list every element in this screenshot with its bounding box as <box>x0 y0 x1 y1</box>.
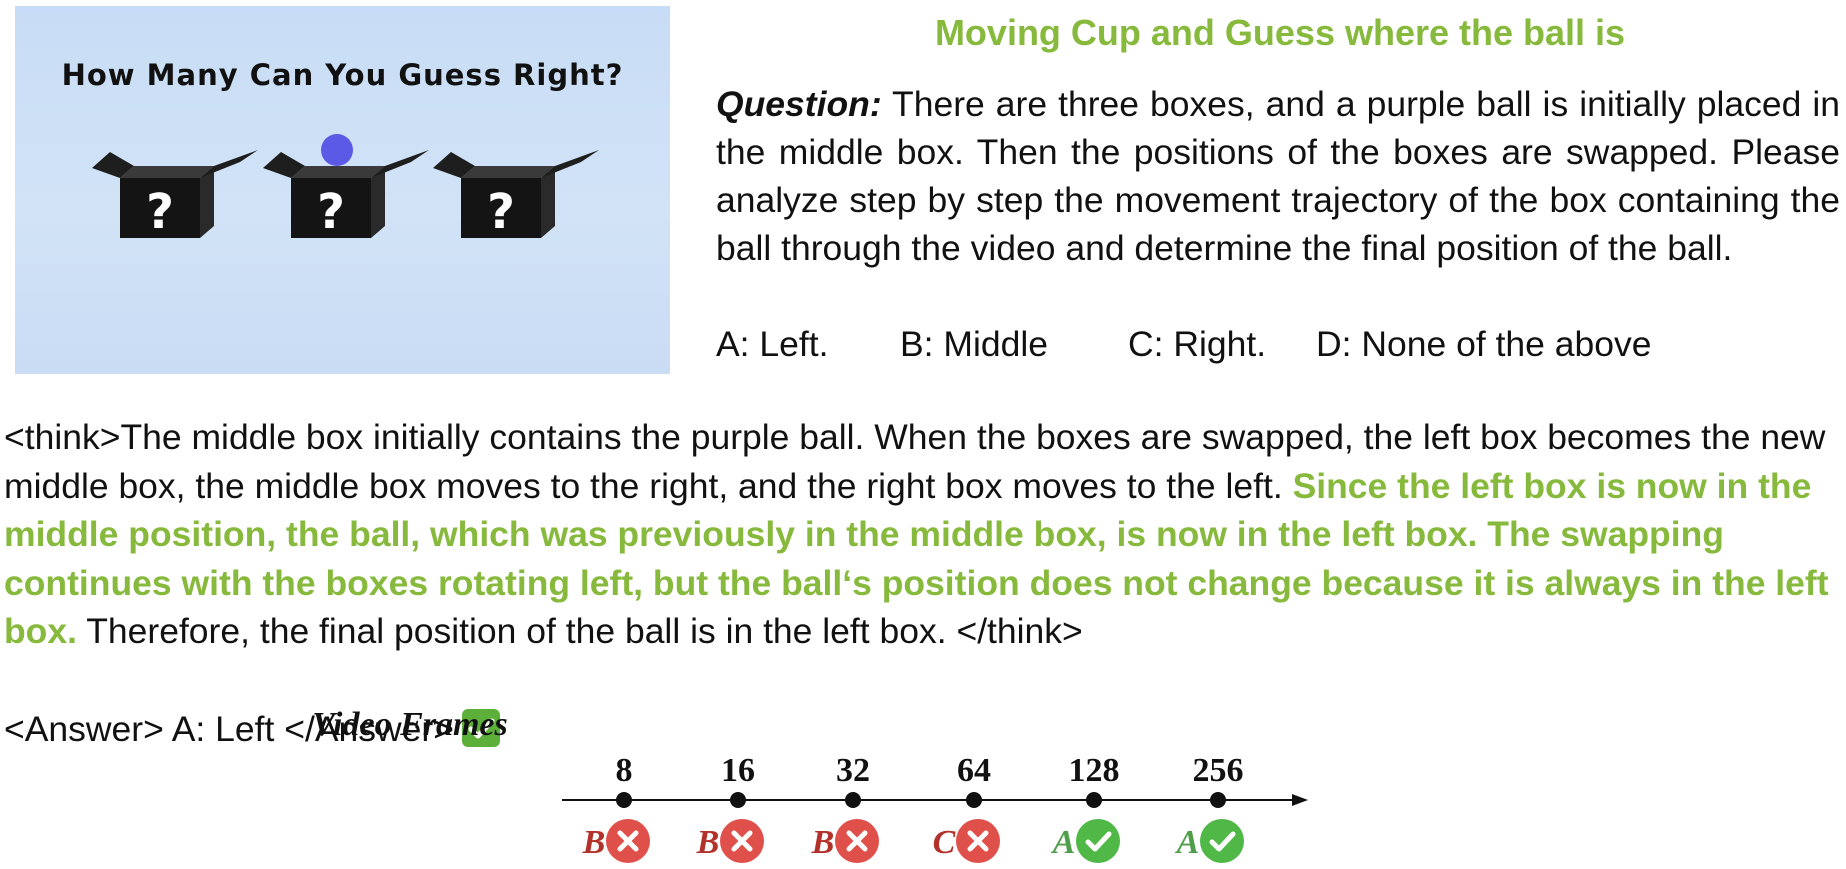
mystery-box: ? <box>433 150 599 240</box>
timeline-title: Video Frames <box>312 706 508 743</box>
frame-answer-label: B <box>811 824 835 861</box>
question-mark-icon: ? <box>317 184 345 240</box>
frame-answer-label: A <box>1051 824 1076 861</box>
cross-icon <box>606 819 650 863</box>
cross-icon <box>835 819 879 863</box>
frame-answer-label: C <box>933 824 956 861</box>
cross-icon <box>956 819 1000 863</box>
mystery-box: ? <box>263 134 429 240</box>
frame-answer-label: B <box>696 824 720 861</box>
frame-count-label: 256 <box>1193 752 1244 789</box>
video-thumbnail: How Many Can You Guess Right? ??? <box>15 6 670 374</box>
reasoning-part-2: Therefore, the final position of the bal… <box>76 611 1083 651</box>
frame-tick <box>966 792 982 808</box>
question-body: There are three boxes, and a purple ball… <box>716 84 1840 268</box>
question-label: Question: <box>716 84 882 124</box>
purple-ball <box>321 134 353 166</box>
timeline-arrowhead <box>1292 794 1308 806</box>
frame-tick <box>1086 792 1102 808</box>
mystery-boxes: ??? <box>92 134 599 240</box>
reasoning-text: <think>The middle box initially contains… <box>4 413 1840 656</box>
frame-tick <box>730 792 746 808</box>
frame-count-label: 128 <box>1069 752 1120 789</box>
answer-options: A: Left. B: Middle C: Right. D: None of the… <box>716 320 1840 368</box>
question-text: Question: There are three boxes, and a p… <box>716 80 1840 272</box>
question-mark-icon: ? <box>487 184 515 240</box>
figure: How Many Can You Guess Right? ??? Moving… <box>0 0 1846 869</box>
option-d: D: None of the above <box>1316 324 1652 364</box>
frame-answer-label: B <box>582 824 606 861</box>
question-mark-icon: ? <box>146 184 174 240</box>
option-a: A: Left. <box>716 324 829 364</box>
cross-icon <box>720 819 764 863</box>
mystery-box: ? <box>92 150 258 240</box>
frame-count-label: 64 <box>957 752 991 789</box>
frame-count-label: 32 <box>836 752 870 789</box>
check-icon <box>1076 819 1120 863</box>
option-b: B: Middle <box>900 324 1048 364</box>
frame-answer-label: A <box>1175 824 1200 861</box>
frame-tick <box>616 792 632 808</box>
task-title: Moving Cup and Guess where the ball is <box>934 12 1626 53</box>
option-c: C: Right. <box>1128 324 1267 364</box>
check-icon <box>1200 819 1244 863</box>
frame-count-label: 16 <box>721 752 755 789</box>
frame-tick <box>845 792 861 808</box>
frame-tick <box>1210 792 1226 808</box>
frame-count-label: 8 <box>616 752 633 789</box>
